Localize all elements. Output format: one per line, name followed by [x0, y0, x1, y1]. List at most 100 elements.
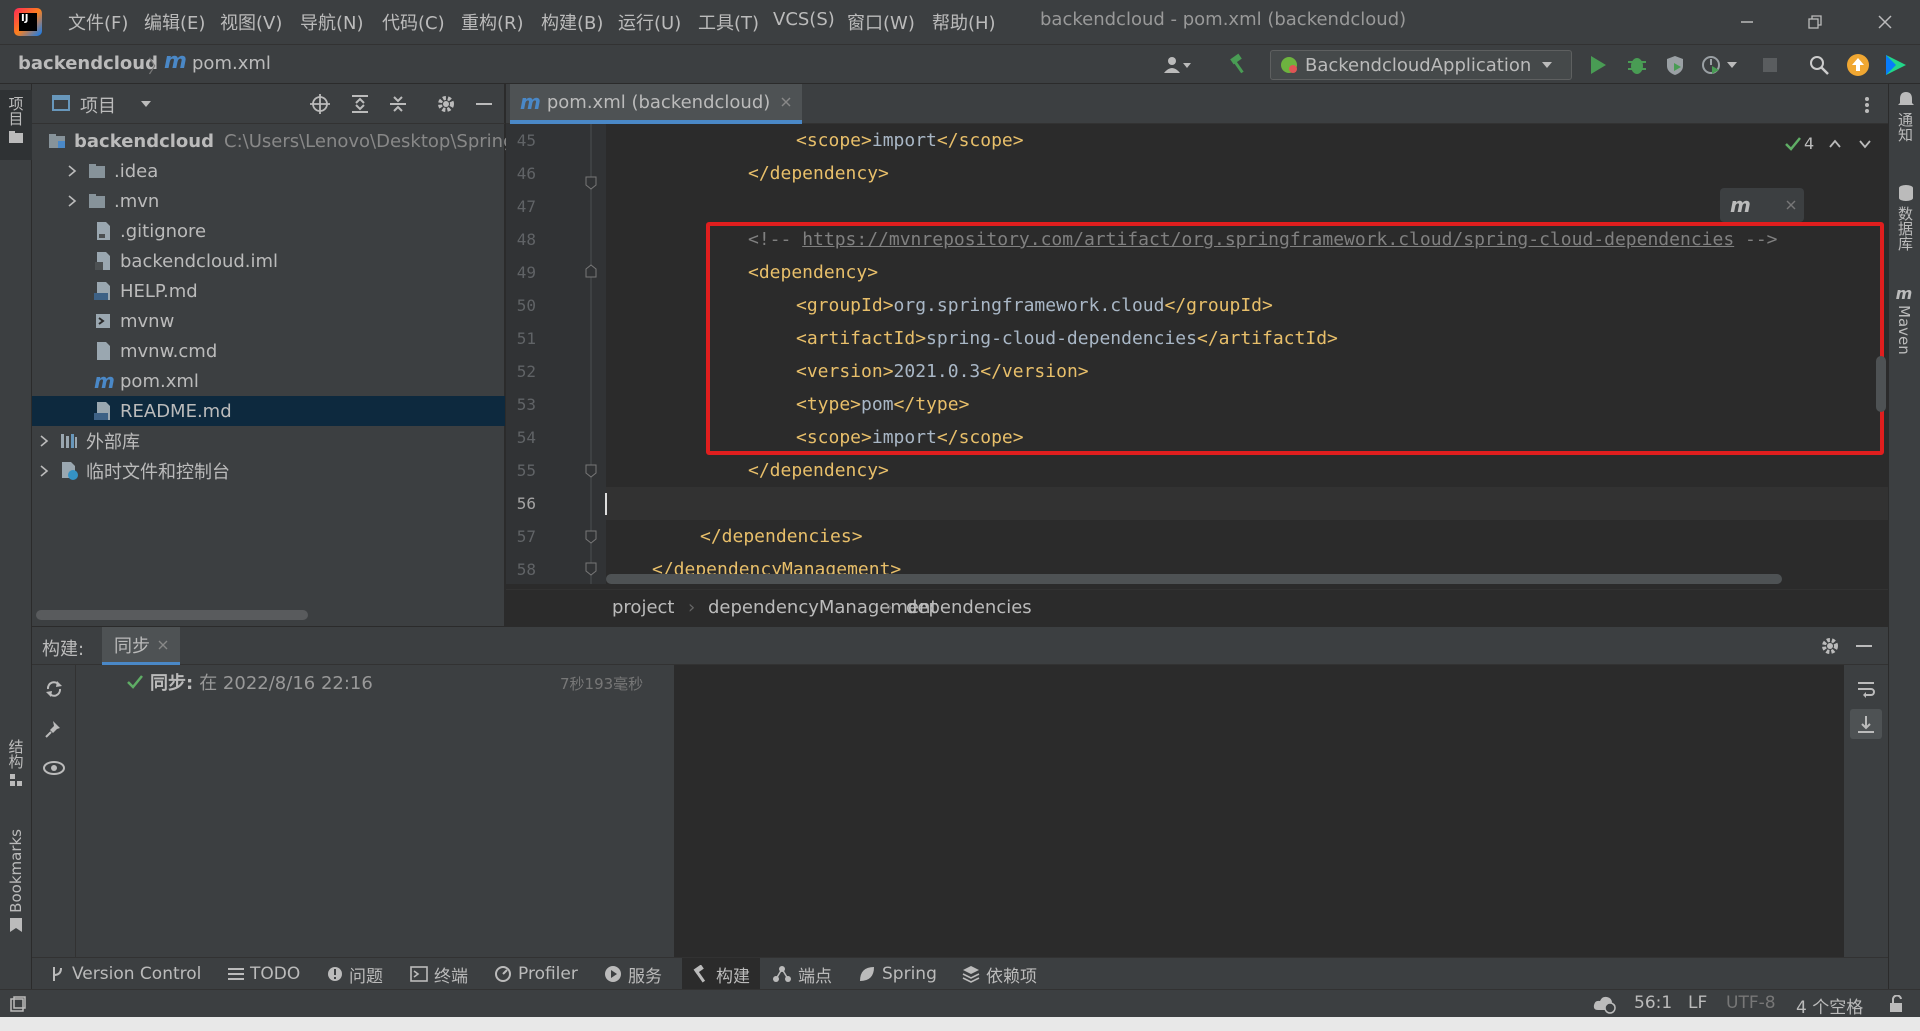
- horizontal-scrollbar[interactable]: [606, 574, 1782, 584]
- tree-item-mvnw-cmd[interactable]: mvnw.cmd: [32, 336, 505, 366]
- cloud-sync-icon[interactable]: [1592, 994, 1618, 1014]
- tree-item-readme-md[interactable]: README.md: [32, 396, 505, 426]
- tool-version-control[interactable]: Version Control: [50, 958, 201, 990]
- tree-item-help-md[interactable]: HELP.md: [32, 276, 505, 306]
- menu-run[interactable]: 运行(U): [618, 9, 681, 35]
- tree-item-iml[interactable]: backendcloud.iml: [32, 246, 505, 276]
- close-icon[interactable]: [780, 96, 792, 108]
- more-options-icon[interactable]: [1864, 96, 1870, 114]
- run-button[interactable]: [1588, 54, 1608, 76]
- tool-todo[interactable]: TODO: [228, 958, 300, 990]
- database-tool-tab[interactable]: 数据库: [1895, 184, 1916, 251]
- minimize-button[interactable]: [1720, 0, 1774, 44]
- chevron-right-icon[interactable]: [66, 195, 78, 207]
- jetbrains-toolbox-icon[interactable]: [1884, 53, 1908, 77]
- chevron-right-icon[interactable]: [38, 465, 50, 477]
- chevron-down-icon[interactable]: [140, 98, 152, 110]
- tree-item-mvn[interactable]: .mvn: [32, 186, 505, 216]
- tab-sync[interactable]: 同步: [102, 627, 180, 665]
- tree-item-mvnw[interactable]: mvnw: [32, 306, 505, 336]
- file-encoding[interactable]: UTF-8: [1726, 993, 1776, 1013]
- maven-tool-tab[interactable]: m Maven: [1895, 284, 1913, 355]
- gear-icon[interactable]: [1820, 636, 1840, 656]
- menu-help[interactable]: 帮助(H): [932, 9, 996, 35]
- toggle-tool-windows-icon[interactable]: [10, 996, 26, 1012]
- tree-item-pom-xml[interactable]: m pom.xml: [32, 366, 505, 396]
- project-view-selector[interactable]: 项目: [80, 92, 116, 118]
- scroll-to-end-button[interactable]: [1850, 709, 1882, 739]
- breadcrumb-item-dependencies[interactable]: dependencies: [906, 597, 1032, 618]
- tree-root-backendcloud[interactable]: backendcloud C:\Users\Lenovo\Desktop\Spr…: [32, 126, 515, 156]
- chevron-up-icon[interactable]: [1828, 137, 1842, 151]
- tool-spring[interactable]: Spring: [858, 958, 937, 990]
- breadcrumb-item-dependency-management[interactable]: dependencyManagement: [708, 597, 937, 618]
- tab-pom-xml[interactable]: m pom.xml (backendcloud): [510, 84, 803, 124]
- nav-project[interactable]: backendcloud: [18, 53, 158, 74]
- intellij-logo-icon[interactable]: IJ: [14, 8, 42, 36]
- eye-icon[interactable]: [42, 759, 66, 777]
- profiler-button[interactable]: [1700, 54, 1738, 76]
- notifications-tool-tab[interactable]: 通知: [1895, 90, 1916, 142]
- bookmarks-tool-tab[interactable]: Bookmarks: [0, 829, 32, 949]
- collapse-all-icon[interactable]: [388, 94, 408, 114]
- gear-icon[interactable]: [436, 94, 456, 114]
- menu-view[interactable]: 视图(V): [220, 9, 282, 35]
- menu-vcs[interactable]: VCS(S): [773, 9, 835, 30]
- menu-navigate[interactable]: 导航(N): [300, 9, 364, 35]
- menu-code[interactable]: 代码(C): [382, 9, 445, 35]
- user-account-button[interactable]: [1162, 53, 1202, 77]
- sync-icon[interactable]: [44, 679, 64, 699]
- nav-file[interactable]: pom.xml: [192, 53, 271, 74]
- stop-button[interactable]: [1762, 57, 1778, 73]
- menu-build[interactable]: 构建(B): [541, 9, 603, 35]
- sync-result-row[interactable]: 同步: 在 2022/8/16 22:16: [126, 669, 373, 695]
- menu-tools[interactable]: 工具(T): [698, 9, 759, 35]
- tool-endpoints[interactable]: 端点: [772, 958, 832, 990]
- vertical-scrollbar[interactable]: [1876, 356, 1886, 412]
- maven-reload-icon[interactable]: m: [1730, 193, 1751, 217]
- close-icon[interactable]: [158, 640, 168, 650]
- hide-panel-icon[interactable]: [1854, 636, 1874, 656]
- soft-wrap-icon[interactable]: [1856, 679, 1876, 699]
- menu-window[interactable]: 窗口(W): [847, 9, 915, 35]
- horizontal-scrollbar[interactable]: [36, 610, 308, 620]
- inspection-widget[interactable]: 4: [1784, 134, 1872, 153]
- tree-item-scratches[interactable]: 临时文件和控制台: [32, 456, 505, 486]
- close-window-button[interactable]: [1858, 0, 1912, 44]
- caret-position[interactable]: 56:1: [1634, 993, 1672, 1013]
- tree-item-idea[interactable]: .idea: [32, 156, 505, 186]
- unlock-icon[interactable]: [1888, 995, 1904, 1013]
- structure-tool-tab[interactable]: 结构: [0, 739, 32, 819]
- menu-file[interactable]: 文件(F): [68, 9, 128, 35]
- tool-services[interactable]: 服务: [604, 958, 662, 990]
- tool-profiler[interactable]: Profiler: [494, 958, 578, 990]
- chevron-right-icon[interactable]: [66, 165, 78, 177]
- project-tool-tab[interactable]: 项目: [0, 90, 32, 160]
- pin-icon[interactable]: [44, 719, 64, 739]
- line-separator[interactable]: LF: [1688, 993, 1707, 1013]
- search-everywhere-button[interactable]: [1808, 54, 1830, 76]
- update-button[interactable]: [1846, 53, 1870, 77]
- breadcrumb-item-project[interactable]: project: [612, 597, 674, 618]
- hide-panel-icon[interactable]: [474, 94, 494, 114]
- expand-all-icon[interactable]: [350, 94, 370, 114]
- chevron-right-icon[interactable]: [38, 435, 50, 447]
- chevron-down-icon[interactable]: [1858, 137, 1872, 151]
- run-config-selector[interactable]: BackendcloudApplication: [1270, 50, 1572, 80]
- debug-button[interactable]: [1626, 54, 1648, 76]
- build-console[interactable]: [674, 665, 1844, 957]
- menu-edit[interactable]: 编辑(E): [144, 9, 205, 35]
- tree-item-external-libraries[interactable]: 外部库: [32, 426, 505, 456]
- indent-setting[interactable]: 4 个空格: [1796, 993, 1863, 1018]
- menu-refactor[interactable]: 重构(R): [461, 9, 524, 35]
- tool-dependencies[interactable]: 依赖项: [962, 958, 1037, 990]
- locate-file-icon[interactable]: [310, 94, 330, 114]
- coverage-button[interactable]: [1664, 54, 1686, 76]
- build-hammer-button[interactable]: [1228, 53, 1250, 75]
- tool-build[interactable]: 构建: [682, 958, 760, 990]
- tool-terminal[interactable]: 终端: [410, 958, 468, 990]
- restore-button[interactable]: [1788, 0, 1842, 44]
- tool-problems[interactable]: 问题: [327, 958, 383, 990]
- tree-item-gitignore[interactable]: .gitignore: [32, 216, 505, 246]
- close-icon[interactable]: [1785, 199, 1797, 211]
